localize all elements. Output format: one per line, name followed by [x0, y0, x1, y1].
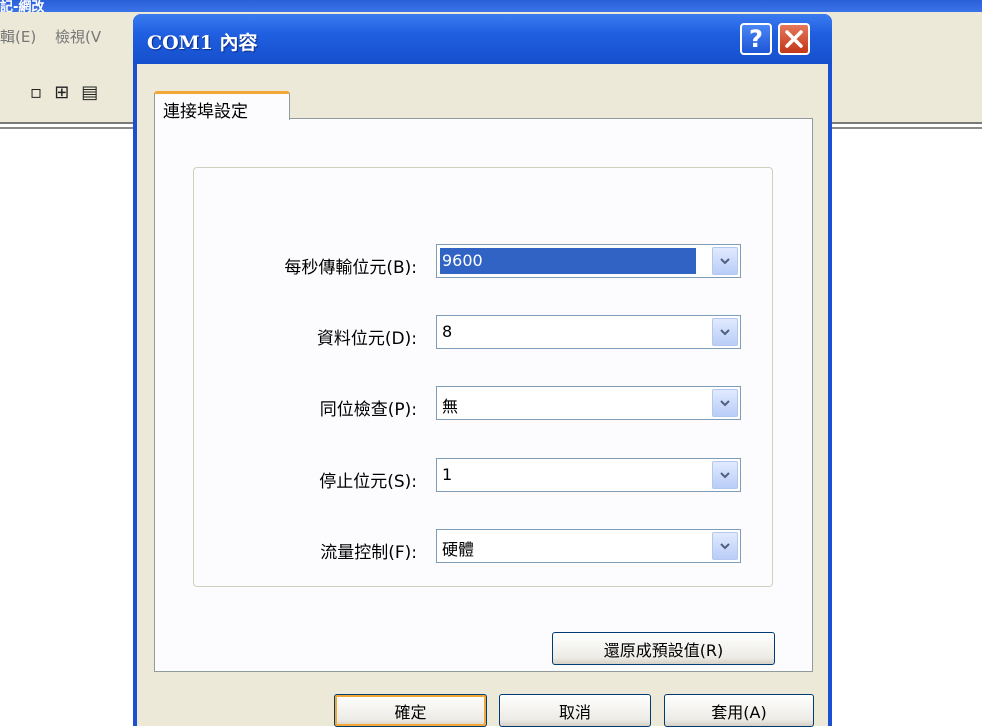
parity-select[interactable]: 無	[436, 386, 741, 420]
ok-button[interactable]: 確定	[334, 694, 487, 727]
parity-value: 無	[442, 397, 459, 416]
dialog-titlebar[interactable]: COM1 內容 ?	[133, 14, 832, 64]
menu-view[interactable]: 檢視(V	[55, 28, 101, 46]
properties-icon[interactable]: ▤	[81, 82, 98, 103]
data-bits-value: 8	[442, 322, 453, 341]
tab-port-settings[interactable]: 連接埠設定	[154, 91, 290, 122]
restore-defaults-button[interactable]: 還原成預設值(R)	[552, 632, 775, 665]
background-menu: 輯(E) 檢視(V	[0, 26, 115, 47]
flow-control-value: 硬體	[442, 540, 475, 559]
chevron-down-icon[interactable]	[712, 389, 738, 417]
data-bits-label: 資料位元(D):	[316, 329, 417, 349]
stop-bits-label: 停止位元(S):	[319, 472, 417, 492]
toolbar-icons: ▫ ⊞ ▤	[30, 82, 110, 103]
close-icon	[785, 30, 803, 48]
dialog-title: COM1 內容	[147, 32, 258, 54]
help-icon: ?	[749, 25, 763, 53]
cancel-button[interactable]: 取消	[499, 694, 651, 727]
help-button[interactable]: ?	[740, 23, 772, 55]
com1-properties-dialog: COM1 內容 ? 連接埠設定 每秒傳輸位元(B): 9600 資料位元(D):…	[133, 14, 832, 727]
parity-label: 同位檢查(P):	[319, 400, 417, 420]
chevron-down-icon[interactable]	[712, 532, 738, 560]
dialog-body: 連接埠設定 每秒傳輸位元(B): 9600 資料位元(D): 8 同位檢查(P)…	[137, 64, 828, 727]
open-icon[interactable]: ⊞	[54, 82, 69, 103]
stop-bits-value: 1	[442, 465, 453, 484]
data-bits-select[interactable]: 8	[436, 315, 741, 349]
chevron-down-icon[interactable]	[712, 318, 738, 346]
baud-rate-value: 9600	[440, 248, 696, 274]
baud-rate-label: 每秒傳輸位元(B):	[284, 258, 417, 278]
flow-control-label: 流量控制(F):	[320, 543, 417, 563]
stop-bits-select[interactable]: 1	[436, 458, 741, 492]
background-titlebar: 記-網改	[0, 0, 982, 15]
close-button[interactable]	[778, 23, 810, 55]
chevron-down-icon[interactable]	[712, 461, 738, 489]
new-connection-icon[interactable]: ▫	[30, 82, 42, 103]
menu-edit[interactable]: 輯(E)	[0, 28, 36, 46]
apply-button[interactable]: 套用(A)	[664, 694, 814, 727]
flow-control-select[interactable]: 硬體	[436, 529, 741, 563]
settings-group	[193, 167, 773, 587]
baud-rate-select[interactable]: 9600	[436, 244, 741, 278]
chevron-down-icon[interactable]	[712, 247, 738, 275]
tab-panel: 每秒傳輸位元(B): 9600 資料位元(D): 8 同位檢查(P): 無 停止…	[154, 118, 813, 672]
